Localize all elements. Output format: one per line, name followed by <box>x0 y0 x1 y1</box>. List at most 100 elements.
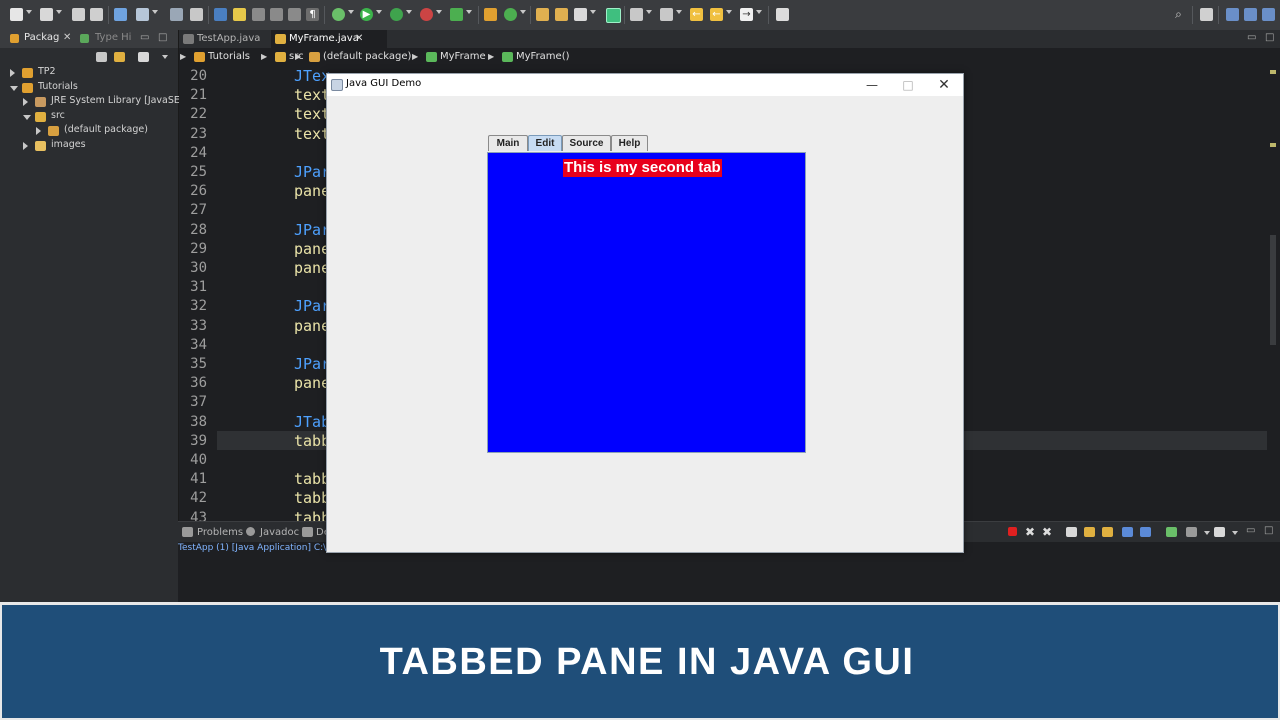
minimize-icon[interactable]: ▭ <box>1247 32 1256 43</box>
collapse-all-icon[interactable] <box>96 52 107 62</box>
open-perspective-icon[interactable] <box>1200 8 1213 21</box>
chevron-down-icon[interactable] <box>436 10 442 14</box>
new-class-icon[interactable] <box>504 8 517 21</box>
scroll-lock-icon[interactable] <box>1084 527 1095 537</box>
chevron-down-icon[interactable] <box>152 10 158 14</box>
block-select-icon[interactable] <box>252 8 265 21</box>
scrollbar-thumb[interactable] <box>1270 235 1276 345</box>
toggle-mark-icon[interactable] <box>214 8 227 21</box>
tab-javadoc[interactable]: Javadoc <box>260 527 299 538</box>
tab-myframe-java[interactable]: MyFrame.java ✕ <box>271 30 387 48</box>
new-java-project-icon[interactable] <box>484 8 497 21</box>
breadcrumb-item[interactable]: (default package) <box>323 51 411 62</box>
previous-annotation-icon[interactable] <box>660 8 673 21</box>
terminal-icon[interactable] <box>114 8 127 21</box>
maximize-icon[interactable]: □ <box>1264 525 1273 536</box>
last-edit-icon[interactable]: ← <box>690 8 703 21</box>
new-icon[interactable] <box>10 8 23 21</box>
collapsed-arrow-icon[interactable] <box>36 127 41 135</box>
tab-help[interactable]: Help <box>611 135 648 151</box>
chevron-down-icon[interactable] <box>26 10 32 14</box>
close-button[interactable]: ✕ <box>926 74 962 96</box>
open-type-icon[interactable] <box>536 8 549 21</box>
breadcrumb-item[interactable]: MyFrame() <box>516 51 570 62</box>
breadcrumb-item[interactable]: MyFrame <box>440 51 486 62</box>
view-menu-icon[interactable] <box>162 55 168 59</box>
link-with-editor-icon[interactable] <box>114 52 125 62</box>
skip-breakpoints-icon[interactable] <box>170 8 183 21</box>
minimize-button[interactable]: — <box>854 74 890 96</box>
chevron-down-icon[interactable] <box>466 10 472 14</box>
show-stdout-icon[interactable] <box>1122 527 1133 537</box>
search-tool-icon[interactable] <box>574 8 587 21</box>
search-icon[interactable]: ⌕ <box>1172 8 1185 21</box>
coverage-icon[interactable] <box>390 8 403 21</box>
chevron-down-icon[interactable] <box>646 10 652 14</box>
open-task-icon[interactable] <box>555 8 568 21</box>
remove-launch-icon[interactable]: ✖ <box>1025 525 1035 539</box>
minimize-icon[interactable]: ▭ <box>1246 525 1255 536</box>
close-icon[interactable]: ✕ <box>63 32 71 43</box>
external-tools-icon[interactable] <box>420 8 433 21</box>
window-title-bar[interactable]: Java GUI Demo — □ ✕ <box>327 74 963 96</box>
terminate-icon[interactable] <box>1008 527 1017 536</box>
expanded-arrow-icon[interactable] <box>23 114 31 120</box>
tree-item[interactable]: TP2 <box>0 66 178 80</box>
chevron-down-icon[interactable] <box>56 10 62 14</box>
tab-source[interactable]: Source <box>562 135 611 151</box>
next-annotation-icon[interactable] <box>630 8 643 21</box>
clear-console-icon[interactable] <box>1066 527 1077 537</box>
pilcrow-icon[interactable]: ¶ <box>306 8 319 21</box>
breadcrumb-item[interactable]: Tutorials <box>208 51 250 62</box>
coverage-launch-icon[interactable] <box>606 8 621 23</box>
java-perspective-icon[interactable] <box>1244 8 1257 21</box>
chevron-down-icon[interactable] <box>676 10 682 14</box>
tab-problems[interactable]: Problems <box>197 527 243 538</box>
close-icon[interactable]: ✕ <box>355 30 363 48</box>
chevron-down-icon[interactable] <box>590 10 596 14</box>
display-console-icon[interactable] <box>1186 527 1197 537</box>
debug-perspective-icon[interactable] <box>1262 8 1275 21</box>
collapsed-arrow-icon[interactable] <box>23 141 28 150</box>
pin-icon[interactable] <box>190 8 203 21</box>
save-all-icon[interactable] <box>90 8 103 21</box>
tree-item[interactable]: images <box>0 139 178 153</box>
chevron-down-icon[interactable] <box>1232 531 1238 535</box>
minimize-icon[interactable]: ▭ <box>140 32 149 43</box>
tab-type-hierarchy[interactable]: Type Hi <box>95 32 131 43</box>
maximize-editor-icon[interactable] <box>776 8 789 21</box>
outline-icon[interactable] <box>136 8 149 21</box>
maximize-icon[interactable]: □ <box>1265 32 1274 43</box>
chevron-down-icon[interactable] <box>1204 531 1210 535</box>
maximize-icon[interactable]: □ <box>158 32 167 43</box>
tree-item[interactable]: JRE System Library [JavaSE-1.8 <box>0 95 198 109</box>
run-last-icon[interactable] <box>450 8 463 21</box>
maximize-button[interactable]: □ <box>890 74 926 96</box>
whitespace-icon[interactable] <box>288 8 301 21</box>
debug-icon[interactable] <box>332 8 345 21</box>
open-icon[interactable] <box>40 8 53 21</box>
forward-icon[interactable]: → <box>740 8 753 21</box>
save-icon[interactable] <box>72 8 85 21</box>
highlight-icon[interactable] <box>233 8 246 21</box>
collapsed-arrow-icon[interactable] <box>10 69 15 77</box>
word-wrap-icon[interactable] <box>270 8 283 21</box>
chevron-down-icon[interactable] <box>376 10 382 14</box>
pin-console-icon[interactable] <box>1166 527 1177 537</box>
word-wrap-icon[interactable] <box>1102 527 1113 537</box>
tree-item[interactable]: (default package) <box>0 124 178 138</box>
run-icon[interactable]: ▶ <box>360 8 373 21</box>
tree-item[interactable]: Tutorials <box>0 81 178 95</box>
back-icon[interactable]: ← <box>710 8 723 21</box>
remove-all-icon[interactable]: ✖ <box>1042 525 1052 539</box>
chevron-down-icon[interactable] <box>726 10 732 14</box>
tab-main[interactable]: Main <box>488 135 528 151</box>
show-stderr-icon[interactable] <box>1140 527 1151 537</box>
tab-package-explorer[interactable]: Packag <box>24 32 59 43</box>
chevron-down-icon[interactable] <box>520 10 526 14</box>
tree-item[interactable]: src <box>0 110 178 124</box>
chevron-down-icon[interactable] <box>406 10 412 14</box>
focus-icon[interactable] <box>138 52 149 62</box>
tab-edit[interactable]: Edit <box>528 135 562 151</box>
collapsed-arrow-icon[interactable] <box>23 98 28 106</box>
